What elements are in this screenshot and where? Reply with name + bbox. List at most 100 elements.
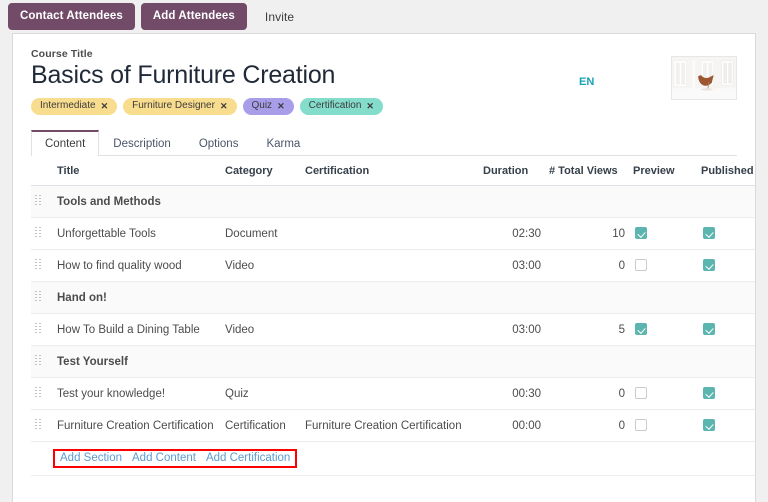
cell-published[interactable]	[697, 186, 756, 218]
cell-category[interactable]: Video	[221, 314, 301, 346]
cell-total-views[interactable]	[545, 282, 629, 314]
cell-preview[interactable]	[629, 378, 697, 410]
cell-handle[interactable]	[31, 346, 53, 378]
published-checkbox[interactable]	[703, 387, 715, 399]
tag-remove-icon[interactable]: ✕	[101, 102, 109, 111]
cell-published[interactable]	[697, 378, 756, 410]
language-switcher[interactable]: EN	[579, 76, 594, 88]
cell-category[interactable]	[221, 346, 301, 378]
table-row[interactable]: Furniture Creation CertificationCertific…	[31, 410, 756, 442]
drag-handle-icon[interactable]	[35, 355, 42, 366]
cell-handle[interactable]	[31, 282, 53, 314]
published-checkbox[interactable]	[703, 259, 715, 271]
tab-description[interactable]: Description	[99, 130, 185, 156]
cell-title[interactable]: Unforgettable Tools	[53, 218, 221, 250]
table-section-row[interactable]: Hand on!	[31, 282, 756, 314]
cell-title[interactable]: Hand on!	[53, 282, 221, 314]
tag-furniture-designer[interactable]: Furniture Designer✕	[123, 98, 236, 116]
col-header-certification[interactable]: Certification	[301, 156, 479, 186]
col-header-duration[interactable]: Duration	[479, 156, 545, 186]
cell-duration[interactable]: 00:00	[479, 410, 545, 442]
tag-remove-icon[interactable]: ✕	[277, 102, 285, 111]
cell-total-views[interactable]: 5	[545, 314, 629, 346]
cell-duration[interactable]	[479, 186, 545, 218]
cell-duration[interactable]: 03:00	[479, 314, 545, 346]
cell-duration[interactable]: 02:30	[479, 218, 545, 250]
cell-handle[interactable]	[31, 218, 53, 250]
tab-content[interactable]: Content	[31, 130, 99, 156]
table-row[interactable]: Unforgettable ToolsDocument 02:3010	[31, 218, 756, 250]
col-header-total-views[interactable]: # Total Views	[545, 156, 629, 186]
cell-published[interactable]	[697, 218, 756, 250]
cell-preview[interactable]	[629, 314, 697, 346]
cell-preview[interactable]	[629, 410, 697, 442]
cell-title[interactable]: Furniture Creation Certification	[53, 410, 221, 442]
drag-handle-icon[interactable]	[35, 195, 42, 206]
cell-category[interactable]: Video	[221, 250, 301, 282]
cell-category[interactable]: Document	[221, 218, 301, 250]
drag-handle-icon[interactable]	[35, 387, 42, 398]
cell-total-views[interactable]: 10	[545, 218, 629, 250]
cell-category[interactable]: Quiz	[221, 378, 301, 410]
drag-handle-icon[interactable]	[35, 419, 42, 430]
published-checkbox[interactable]	[703, 227, 715, 239]
cell-published[interactable]	[697, 346, 756, 378]
col-header-preview[interactable]: Preview	[629, 156, 697, 186]
cell-title[interactable]: Test Yourself	[53, 346, 221, 378]
drag-handle-icon[interactable]	[35, 291, 42, 302]
cell-certification[interactable]	[301, 378, 479, 410]
cell-title[interactable]: Tools and Methods	[53, 186, 221, 218]
table-row[interactable]: How To Build a Dining TableVideo03:005	[31, 314, 756, 346]
cell-preview[interactable]	[629, 346, 697, 378]
col-header-category[interactable]: Category	[221, 156, 301, 186]
cell-handle[interactable]	[31, 410, 53, 442]
cell-certification[interactable]: Furniture Creation Certification	[301, 410, 479, 442]
preview-checkbox[interactable]	[635, 227, 647, 239]
col-header-title[interactable]: Title	[53, 156, 221, 186]
tag-quiz[interactable]: Quiz✕	[243, 98, 294, 116]
cell-handle[interactable]	[31, 186, 53, 218]
published-checkbox[interactable]	[703, 419, 715, 431]
cell-handle[interactable]	[31, 250, 53, 282]
cell-duration[interactable]: 00:30	[479, 378, 545, 410]
link-add-content[interactable]: Add Content	[132, 452, 196, 464]
tag-intermediate[interactable]: Intermediate✕	[31, 98, 117, 116]
cell-certification[interactable]	[301, 250, 479, 282]
cell-duration[interactable]	[479, 282, 545, 314]
cell-title[interactable]: Test your knowledge!	[53, 378, 221, 410]
cell-preview[interactable]	[629, 186, 697, 218]
preview-checkbox[interactable]	[635, 323, 647, 335]
table-row[interactable]: How to find quality woodVideo 03:000	[31, 250, 756, 282]
drag-handle-icon[interactable]	[35, 259, 42, 270]
table-section-row[interactable]: Tools and Methods	[31, 186, 756, 218]
course-thumbnail[interactable]	[671, 56, 737, 100]
cell-total-views[interactable]: 0	[545, 378, 629, 410]
cell-total-views[interactable]	[545, 186, 629, 218]
cell-preview[interactable]	[629, 250, 697, 282]
cell-duration[interactable]: 03:00	[479, 250, 545, 282]
cell-handle[interactable]	[31, 314, 53, 346]
cell-handle[interactable]	[31, 378, 53, 410]
cell-total-views[interactable]	[545, 346, 629, 378]
course-title-input[interactable]: Basics of Furniture Creation	[31, 61, 501, 91]
table-section-row[interactable]: Test Yourself	[31, 346, 756, 378]
cell-published[interactable]	[697, 314, 756, 346]
cell-published[interactable]	[697, 410, 756, 442]
link-add-certification[interactable]: Add Certification	[206, 452, 290, 464]
cell-duration[interactable]	[479, 346, 545, 378]
drag-handle-icon[interactable]	[35, 323, 42, 334]
tag-certification[interactable]: Certification✕	[300, 98, 383, 116]
cell-certification[interactable]	[301, 346, 479, 378]
tab-karma[interactable]: Karma	[252, 130, 314, 156]
tag-remove-icon[interactable]: ✕	[220, 102, 228, 111]
cell-category[interactable]	[221, 282, 301, 314]
button-invite[interactable]: Invite	[253, 3, 306, 31]
button-add-attendees[interactable]: Add Attendees	[141, 3, 247, 31]
col-header-published[interactable]: Published	[697, 156, 756, 186]
link-add-section[interactable]: Add Section	[60, 452, 122, 464]
cell-total-views[interactable]: 0	[545, 250, 629, 282]
cell-certification[interactable]	[301, 314, 479, 346]
drag-handle-icon[interactable]	[35, 227, 42, 238]
cell-certification[interactable]	[301, 186, 479, 218]
cell-title[interactable]: How to find quality wood	[53, 250, 221, 282]
